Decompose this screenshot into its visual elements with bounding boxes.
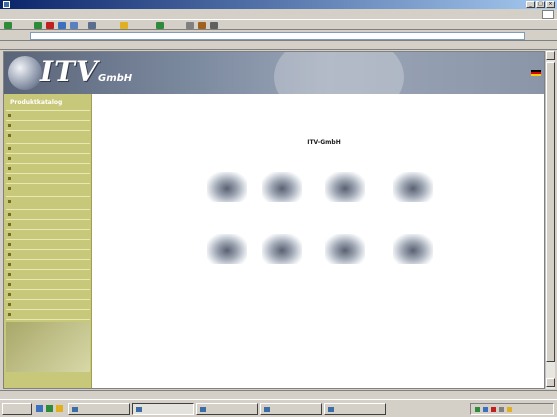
product-sidebar: Produktkatalog xyxy=(4,94,92,388)
minimize-button[interactable]: _ xyxy=(526,1,535,8)
product-card[interactable] xyxy=(312,172,378,224)
sidebar-item[interactable] xyxy=(6,196,90,206)
sidebar-item[interactable] xyxy=(6,163,90,170)
tray-icon[interactable] xyxy=(507,407,512,412)
sidebar-heading: Produktkatalog xyxy=(10,99,63,106)
sidebar-item[interactable] xyxy=(6,259,90,266)
sidebar-item[interactable] xyxy=(6,219,90,226)
search-icon[interactable] xyxy=(88,22,96,29)
tray-icon[interactable] xyxy=(483,407,488,412)
maximize-button[interactable]: □ xyxy=(536,1,545,8)
quicklaunch-icon[interactable] xyxy=(46,405,53,412)
sidebar-item[interactable] xyxy=(6,173,90,180)
sidebar-item[interactable] xyxy=(6,299,90,306)
quicklaunch-icon[interactable] xyxy=(56,405,63,412)
address-bar xyxy=(0,30,557,41)
product-image[interactable] xyxy=(207,234,247,264)
product-card[interactable] xyxy=(380,234,446,286)
title-bar[interactable]: _ □ × xyxy=(0,0,557,9)
sidebar-item[interactable] xyxy=(6,110,90,117)
product-image[interactable] xyxy=(262,172,302,202)
sidebar-item[interactable] xyxy=(6,120,90,127)
favorites-star-icon[interactable] xyxy=(120,22,128,29)
browser-window: _ □ × ITV GmbH Produktkatalog ITV-GmbH xyxy=(0,0,557,417)
taskbar-button[interactable] xyxy=(324,403,386,415)
sidebar-item[interactable] xyxy=(6,289,90,296)
tray-icon[interactable] xyxy=(491,407,496,412)
sidebar-item[interactable] xyxy=(6,269,90,276)
vertical-scrollbar[interactable] xyxy=(545,51,555,389)
product-image[interactable] xyxy=(207,172,247,202)
main-content: ITV-GmbH xyxy=(94,94,544,388)
company-name: ITV-GmbH xyxy=(307,139,341,146)
menu-bar xyxy=(0,10,557,19)
url-input[interactable] xyxy=(30,32,525,40)
toolbar xyxy=(0,19,557,30)
start-button[interactable] xyxy=(2,403,32,415)
sidebar-item[interactable] xyxy=(6,183,90,193)
banner-decoration xyxy=(274,52,404,94)
refresh-icon[interactable] xyxy=(58,22,66,29)
product-card[interactable] xyxy=(249,172,315,224)
taskbar-button[interactable] xyxy=(196,403,258,415)
volume-icon[interactable] xyxy=(499,407,504,412)
history-icon[interactable] xyxy=(186,22,194,29)
links-bar xyxy=(0,41,557,50)
sidebar-item[interactable] xyxy=(6,209,90,216)
home-icon[interactable] xyxy=(70,22,78,29)
product-image[interactable] xyxy=(393,234,433,264)
quicklaunch-icon[interactable] xyxy=(36,405,43,412)
logo-sphere-icon xyxy=(8,56,42,90)
sidebar-item[interactable] xyxy=(6,239,90,246)
sidebar-item[interactable] xyxy=(6,143,90,150)
page-title xyxy=(224,124,424,132)
mail-icon[interactable] xyxy=(198,22,206,29)
windows-logo-icon xyxy=(542,10,554,19)
scroll-up-icon[interactable] xyxy=(546,51,555,60)
forward-arrow-icon[interactable] xyxy=(34,22,42,29)
go-button[interactable] xyxy=(530,32,552,40)
scroll-thumb[interactable] xyxy=(546,62,555,362)
media-icon[interactable] xyxy=(156,22,164,29)
language-flag-icon[interactable] xyxy=(531,70,541,76)
browser-app-icon xyxy=(3,1,10,8)
taskbar-button[interactable] xyxy=(260,403,322,415)
product-card[interactable] xyxy=(249,234,315,286)
close-button[interactable]: × xyxy=(546,1,555,8)
product-image[interactable] xyxy=(325,172,365,202)
tray-icon[interactable] xyxy=(475,407,480,412)
status-bar xyxy=(0,390,557,398)
sidebar-item[interactable] xyxy=(6,249,90,256)
system-tray xyxy=(470,403,554,415)
sidebar-photo xyxy=(6,322,90,372)
back-arrow-icon[interactable] xyxy=(4,22,12,29)
sidebar-item[interactable] xyxy=(6,153,90,160)
page-viewport[interactable]: ITV GmbH Produktkatalog ITV-GmbH xyxy=(3,51,545,389)
logo-subtitle: GmbH xyxy=(98,73,133,84)
product-image[interactable] xyxy=(262,234,302,264)
scroll-down-icon[interactable] xyxy=(546,378,555,387)
print-icon[interactable] xyxy=(210,22,218,29)
taskbar-button[interactable] xyxy=(68,403,130,415)
sidebar-item[interactable] xyxy=(6,279,90,286)
taskbar-button[interactable] xyxy=(132,403,194,415)
product-image[interactable] xyxy=(325,234,365,264)
taskbar xyxy=(0,399,557,417)
sidebar-item[interactable] xyxy=(6,229,90,236)
logo-wordmark[interactable]: ITV xyxy=(40,56,99,88)
product-card[interactable] xyxy=(312,234,378,286)
sidebar-item[interactable] xyxy=(6,309,90,316)
product-image[interactable] xyxy=(393,172,433,202)
stop-icon[interactable] xyxy=(46,22,54,29)
site-banner: ITV GmbH xyxy=(4,52,544,94)
product-card[interactable] xyxy=(380,172,446,224)
sidebar-item[interactable] xyxy=(6,130,90,140)
